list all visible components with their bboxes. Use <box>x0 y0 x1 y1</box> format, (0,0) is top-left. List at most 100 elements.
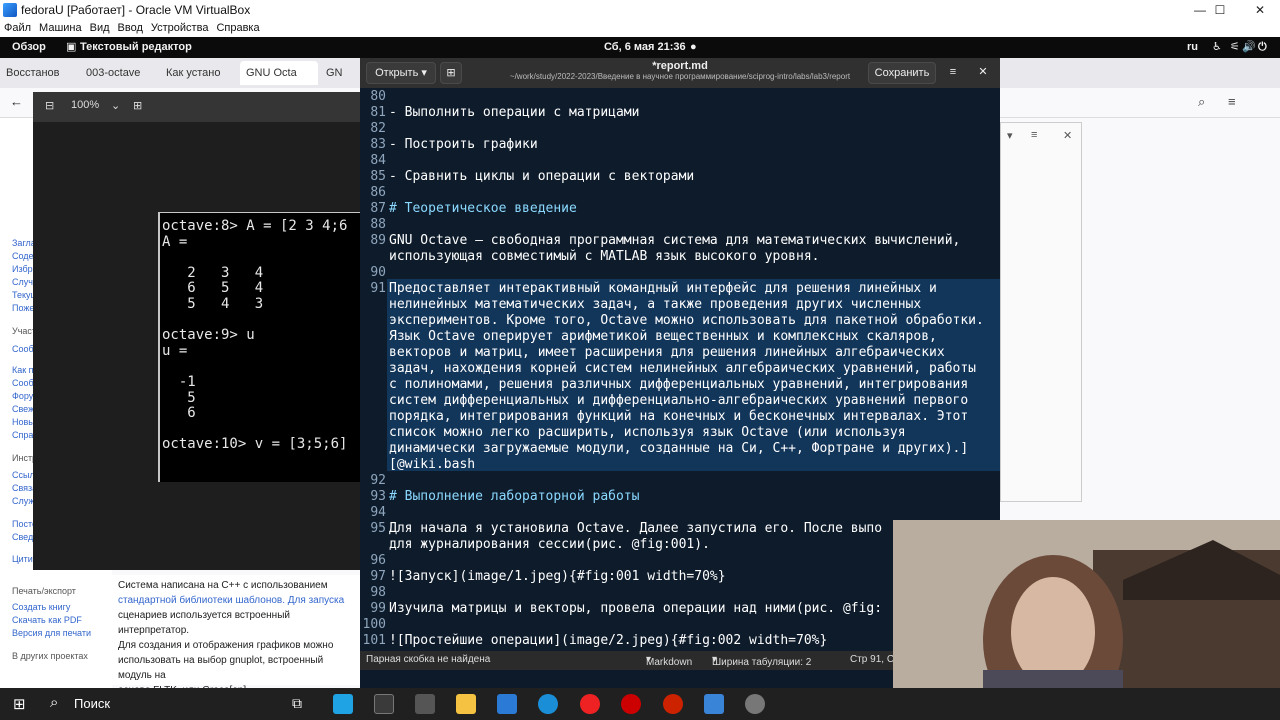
mail-icon[interactable] <box>497 694 517 714</box>
sidebar-link[interactable]: Версия для печати <box>12 628 91 638</box>
editor-line[interactable]: динамически загружаемые модули, созданны… <box>389 441 968 456</box>
app-menu-icon: ▣ <box>66 41 77 53</box>
file-explorer-icon[interactable] <box>456 694 476 714</box>
document-path: ~/work/study/2022-2023/Введение в научно… <box>509 72 851 81</box>
gedit-header-bar: Открыть ▾ ⊞ *report.md ~/work/study/2022… <box>360 58 1000 88</box>
close-icon[interactable]: ✕ <box>1240 0 1280 20</box>
menu-devices[interactable]: Устройства <box>151 20 209 37</box>
search-icon[interactable]: ⌕ <box>1198 94 1205 110</box>
line-number: 99 <box>370 601 386 616</box>
clock[interactable]: Сб, 6 мая 21:36 <box>604 37 686 58</box>
close-icon[interactable]: ✕ <box>972 62 994 84</box>
gnome-top-bar: Обзор ▣ Текстовый редактор Сб, 6 мая 21:… <box>0 37 1280 58</box>
search-icon[interactable]: ⌕ <box>50 694 58 711</box>
editor-line[interactable]: для журналирования сессии(рис. @fig:001)… <box>389 537 710 552</box>
power-icon[interactable]: ⏻ <box>1258 37 1267 58</box>
close-icon[interactable]: ✕ <box>1063 129 1072 142</box>
security-icon[interactable] <box>374 694 394 714</box>
menu-machine[interactable]: Машина <box>39 20 82 37</box>
editor-line[interactable]: # Теоретическое введение <box>389 201 577 216</box>
tab-octave[interactable]: 003-octave <box>80 61 158 85</box>
menu-icon[interactable]: ≡ <box>1031 129 1037 141</box>
editor-line[interactable]: Изучила матрицы и векторы, провела опера… <box>389 601 882 616</box>
clock-app-icon[interactable] <box>745 694 765 714</box>
menu-icon[interactable]: ≡ <box>1228 94 1236 109</box>
chevron-down-icon[interactable]: ▾ <box>1007 129 1013 142</box>
zoom-level[interactable]: 100% <box>71 99 99 111</box>
tab-width-selector[interactable]: Ширина табуляции: 2 ▾ <box>712 654 811 668</box>
tab-restore[interactable]: Восстанов <box>0 61 78 85</box>
sidebar-link[interactable]: Скачать как PDF <box>12 615 82 625</box>
line-number: 80 <box>370 89 386 104</box>
editor-line[interactable]: порядка, интегрирования функций на конеч… <box>389 409 968 424</box>
article-line: стандартной библиотеки шаблонов. Для зап… <box>118 595 345 606</box>
save-button[interactable]: Сохранить <box>868 62 936 84</box>
editor-line[interactable]: GNU Octave — свободная программная систе… <box>389 233 960 248</box>
editor-line[interactable]: использующая совместимый с MATLAB язык в… <box>389 249 819 264</box>
editor-line[interactable]: нелинейных математических задач, а также… <box>389 297 921 312</box>
chevron-down-icon[interactable]: ⌄ <box>111 99 120 112</box>
editor-line[interactable]: [@wiki.bash <box>389 457 475 472</box>
maximize-icon[interactable]: ☐ <box>1200 0 1240 20</box>
sidebar-link[interactable]: Создать книгу <box>12 602 70 612</box>
skype-icon[interactable] <box>333 694 353 714</box>
accessibility-icon[interactable]: ♿ <box>1212 37 1222 58</box>
zoom-in-icon[interactable]: ⊞ <box>133 99 142 112</box>
volume-icon[interactable]: 🔊 <box>1242 37 1256 58</box>
new-tab-button[interactable]: ⊞ <box>440 62 462 84</box>
back-arrow-icon[interactable]: ← <box>10 94 23 109</box>
store-icon[interactable] <box>415 694 435 714</box>
tab-howto[interactable]: Как устано <box>160 61 238 85</box>
line-number: 95 <box>370 521 386 536</box>
app-menu[interactable]: Текстовый редактор <box>80 37 192 58</box>
editor-line[interactable]: ![Простейшие операции](image/2.jpeg){#fi… <box>389 633 827 648</box>
task-view-icon[interactable]: ⧉ <box>292 695 302 712</box>
editor-line[interactable]: задач, нахождения корней систем нелинейн… <box>389 361 976 376</box>
zoom-out-icon[interactable]: ⊟ <box>45 99 54 112</box>
editor-line[interactable]: # Выполнение лабораторной работы <box>389 489 639 504</box>
keyboard-layout[interactable]: ru <box>1187 37 1198 58</box>
editor-line[interactable]: список можно легко расширить, используя … <box>389 425 906 440</box>
activities-button[interactable]: Обзор <box>12 37 46 58</box>
editor-line[interactable]: систем дифференциальных и дифференциальн… <box>389 393 968 408</box>
yandex-icon[interactable] <box>580 694 600 714</box>
line-number: 100 <box>362 617 386 632</box>
tab-gn[interactable]: GN <box>320 61 350 85</box>
menu-file[interactable]: Файл <box>4 20 31 37</box>
network-icon[interactable]: ⚟ <box>1230 37 1240 58</box>
editor-line[interactable]: с полиномами, решения различных дифферен… <box>389 377 968 392</box>
taskbar-search[interactable]: Поиск <box>74 696 110 711</box>
tab-gnu-octave[interactable]: GNU Octa <box>240 61 318 85</box>
background-dialog: ▾ ≡ ✕ <box>1000 122 1082 502</box>
line-number: 85 <box>370 169 386 184</box>
editor-line[interactable]: экспериментов. Кроме того, Octave можно … <box>389 313 984 328</box>
opera-icon[interactable] <box>621 694 641 714</box>
editor-line[interactable]: Предоставляет интерактивный командный ин… <box>389 281 937 296</box>
language-label: Markdown <box>646 657 693 668</box>
menu-input[interactable]: Ввод <box>118 20 143 37</box>
line-number: 83 <box>370 137 386 152</box>
editor-line[interactable]: - Построить графики <box>389 137 538 152</box>
edge-icon[interactable] <box>538 694 558 714</box>
line-number: 84 <box>370 153 386 168</box>
editor-line[interactable]: Для начала я установила Octave. Далее за… <box>389 521 882 536</box>
document-title: *report.md <box>652 60 708 72</box>
windows-start-icon[interactable]: ⊞ <box>13 695 26 713</box>
line-number: 81 <box>370 105 386 120</box>
open-button[interactable]: Открыть ▾ <box>366 62 436 84</box>
yandex-browser-icon[interactable] <box>663 694 683 714</box>
editor-line[interactable]: Язык Octave оперирует арифметикой вещест… <box>389 329 937 344</box>
menu-view[interactable]: Вид <box>90 20 110 37</box>
virtualbox-taskbar-icon[interactable] <box>704 694 724 714</box>
editor-line[interactable]: - Выполнить операции с матрицами <box>389 105 639 120</box>
hamburger-menu-icon[interactable]: ≡ <box>942 62 964 84</box>
language-selector[interactable]: Markdown ▾ <box>646 654 692 668</box>
editor-line[interactable]: ![Запуск](image/1.jpeg){#fig:001 width=7… <box>389 569 726 584</box>
menu-help[interactable]: Справка <box>216 20 259 37</box>
image-viewer-header: ⊟ 100% ⌄ ⊞ <box>33 92 363 122</box>
editor-line[interactable]: - Сравнить циклы и операции с векторами <box>389 169 694 184</box>
editor-line[interactable]: векторов и матриц, имеет расширения для … <box>389 345 945 360</box>
host-title-bar: fedoraU [Работает] - Oracle VM VirtualBo… <box>0 0 1280 20</box>
tab-width-label: Ширина табуляции: 2 <box>712 657 812 668</box>
line-number: 97 <box>370 569 386 584</box>
